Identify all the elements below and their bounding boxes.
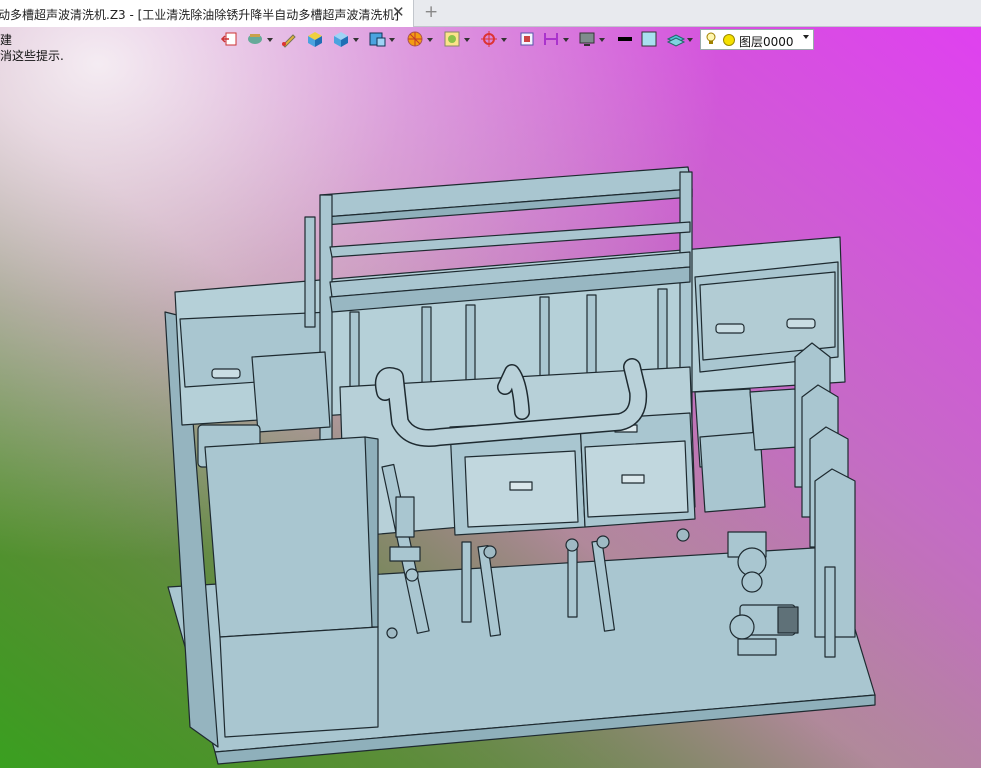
box-yellow-icon[interactable] xyxy=(306,30,328,52)
add-tab-icon[interactable]: + xyxy=(424,2,438,22)
bulb-icon[interactable] xyxy=(705,32,717,49)
layer-stack-icon[interactable] xyxy=(666,30,693,52)
color-wheel-icon[interactable] xyxy=(406,30,433,52)
document-tab[interactable]: 动多槽超声波清洗机.Z3 - [工业清洗除油除锈升降半自动多槽超声波清洗机] ✕ xyxy=(0,0,414,27)
view-cube-icon[interactable] xyxy=(368,30,395,52)
pencil-icon[interactable] xyxy=(280,30,302,52)
chevron-down-icon[interactable] xyxy=(803,35,809,39)
3d-viewport[interactable]: 建 消这些提示. xyxy=(0,27,981,768)
frame-icon[interactable] xyxy=(518,30,540,52)
render-icon[interactable] xyxy=(443,30,470,52)
line-color-icon[interactable] xyxy=(616,30,638,52)
dimension-icon[interactable] xyxy=(542,30,569,52)
exit-icon[interactable] xyxy=(220,30,242,52)
box-blue-icon[interactable] xyxy=(332,30,359,52)
machine-model[interactable] xyxy=(0,27,981,768)
layer-value: 图层0000 xyxy=(739,35,794,49)
fill-color-icon[interactable] xyxy=(640,30,662,52)
center-icon[interactable] xyxy=(480,30,507,52)
close-icon[interactable]: ✕ xyxy=(392,3,405,21)
document-tab-title: 动多槽超声波清洗机.Z3 - [工业清洗除油除锈升降半自动多槽超声波清洗机] xyxy=(0,8,399,22)
tab-bar: 动多槽超声波清洗机.Z3 - [工业清洗除油除锈升降半自动多槽超声波清洗机] ✕… xyxy=(0,0,981,27)
display-icon[interactable] xyxy=(578,30,605,52)
layer-color-icon xyxy=(723,34,735,46)
shade-icon[interactable] xyxy=(246,30,273,52)
layer-dropdown[interactable]: 图层0000 xyxy=(700,29,814,50)
